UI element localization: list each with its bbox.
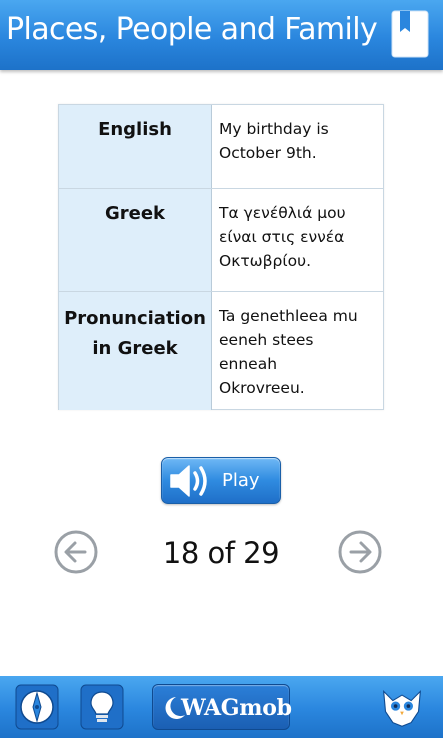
footer-bar: WAGmob — [0, 676, 443, 738]
arrow-right-circle-icon[interactable] — [338, 530, 382, 574]
arrow-left-circle-icon[interactable] — [54, 530, 98, 574]
page-counter: 18 of 29 — [162, 536, 280, 570]
speaker-icon — [170, 465, 207, 497]
pronunciation-row: Pronunciation in Greek Ta genethleea mu … — [59, 292, 383, 410]
greek-label: Greek — [59, 189, 212, 291]
page-title: Places, People and Family — [6, 12, 378, 47]
english-value: My birthday is October 9th. — [219, 120, 329, 162]
wagmob-brand-button[interactable]: WAGmob — [152, 684, 292, 730]
greek-value: Τα γενέθλιά μου είναι στις εννέα Οκτωβρί… — [219, 204, 346, 270]
pronunciation-value: Ta genethleea mu eeneh stees enneah Okro… — [219, 307, 358, 397]
english-row: English My birthday is October 9th. — [59, 105, 383, 189]
english-label: English — [59, 105, 212, 188]
owl-mascot-icon[interactable] — [380, 684, 424, 730]
pronunciation-label: Pronunciation in Greek — [59, 292, 212, 410]
phrase-card: English My birthday is October 9th. Gree… — [58, 104, 384, 410]
header-bar: Places, People and Family — [0, 0, 443, 70]
play-label: Play — [222, 470, 260, 491]
play-button[interactable]: Play — [161, 457, 281, 504]
bookmark-icon[interactable] — [391, 10, 429, 58]
brand-label: WAGmob — [181, 695, 292, 721]
greek-row: Greek Τα γενέθλιά μου είναι στις εννέα Ο… — [59, 189, 383, 292]
compass-icon[interactable] — [15, 684, 59, 730]
lightbulb-icon[interactable] — [80, 684, 124, 730]
